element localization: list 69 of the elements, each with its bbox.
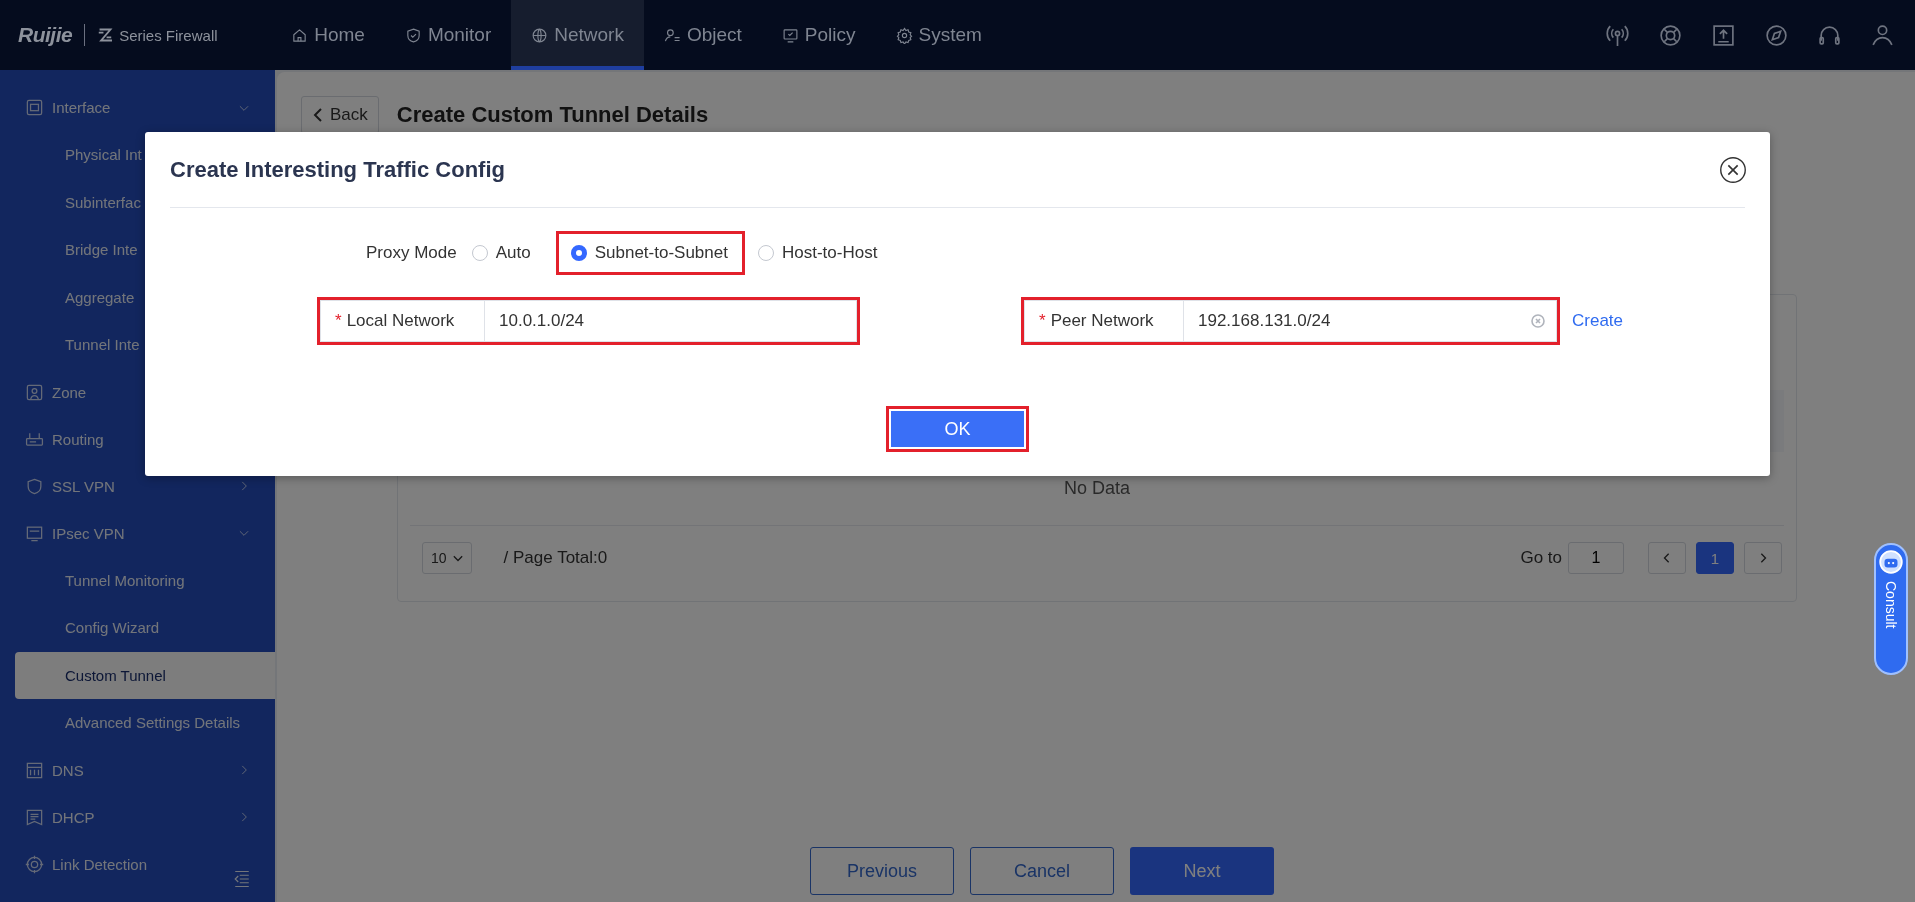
sidebar-item-label[interactable]: Interface: [52, 99, 111, 116]
product-name: Series Firewall: [119, 26, 219, 44]
radio-button[interactable]: [570, 245, 587, 261]
sidebar-item-label[interactable]: DNS: [52, 761, 84, 779]
nav-tab[interactable]: Home: [271, 0, 385, 70]
user-list-icon: [663, 26, 681, 44]
back-button[interactable]: Back: [301, 96, 379, 134]
ethernet-port-icon: [25, 98, 44, 117]
nav-tab[interactable]: Policy: [761, 0, 876, 70]
nav-tab[interactable]: System: [875, 0, 1002, 70]
radio-button[interactable]: [757, 245, 774, 261]
user-icon[interactable]: [1870, 22, 1895, 48]
page-title: Create Custom Tunnel Details: [396, 102, 709, 128]
goto-label: Go to: [1520, 548, 1562, 568]
compass-icon[interactable]: [1764, 22, 1789, 48]
list-icon: [25, 807, 44, 827]
field-label: * Peer Network: [1024, 300, 1183, 342]
radio-label[interactable]: Auto: [495, 243, 531, 263]
field-label: * Local Network: [320, 300, 484, 342]
chevron-left-icon: [1662, 552, 1672, 564]
required-mark: *: [335, 311, 342, 331]
ok-button[interactable]: OK: [891, 411, 1024, 447]
home-icon: [291, 26, 309, 44]
footer-button[interactable]: Cancel: [970, 847, 1114, 895]
nav-tab[interactable]: Object: [643, 0, 762, 70]
required-mark: *: [1039, 311, 1046, 331]
page-size-select[interactable]: 10: [422, 542, 472, 574]
goto-field[interactable]: 1: [1568, 542, 1624, 574]
sidebar-item-label[interactable]: Link Detection: [52, 855, 148, 873]
sidebar-item-label[interactable]: DHCP: [52, 808, 95, 826]
globe-icon: [531, 26, 549, 44]
input-field[interactable]: 192.168.131.0/24: [1183, 300, 1557, 342]
shield-icon: [25, 476, 44, 496]
chevron-left-icon: [312, 108, 324, 122]
nav-tab[interactable]: Network: [511, 0, 644, 70]
upload-icon[interactable]: [1711, 22, 1736, 48]
create-link[interactable]: Create: [1572, 311, 1624, 331]
sidebar-subitem[interactable]: Custom Tunnel: [15, 651, 275, 699]
close-icon[interactable]: [1719, 155, 1747, 184]
robot-icon: [1878, 549, 1904, 575]
chevron-right-icon: [1758, 552, 1768, 564]
dialog-title: Create Interesting Traffic Config: [170, 156, 505, 183]
z-logo-icon: [97, 28, 114, 42]
shield-icon: [404, 26, 422, 44]
sidebar-subitem[interactable]: Tunnel Monitoring: [0, 556, 275, 604]
nav-tab[interactable]: Monitor: [384, 0, 512, 70]
footer-button[interactable]: Previous: [810, 847, 954, 895]
target-icon: [25, 854, 44, 874]
sidebar-subitem[interactable]: Advanced Settings Details: [0, 699, 275, 747]
sidebar-item-label[interactable]: Routing: [52, 430, 104, 448]
sidebar-item-label[interactable]: Zone: [52, 383, 87, 401]
grid-icon: [25, 760, 44, 780]
brand-logo: Ruijie: [18, 23, 73, 47]
radio-label[interactable]: Subnet-to-Subnet: [594, 243, 728, 263]
input-field[interactable]: 10.0.1.0/24: [484, 300, 857, 342]
sidebar-item-label[interactable]: SSL VPN: [52, 477, 115, 495]
sidebar-subitem[interactable]: Config Wizard: [0, 604, 275, 652]
page-total: / Page Total:0: [503, 548, 608, 568]
lifebuoy-icon[interactable]: [1658, 22, 1683, 48]
field-label: Proxy Mode: [366, 243, 457, 263]
radio-button[interactable]: [471, 245, 488, 261]
consult-button[interactable]: Consult: [1874, 543, 1908, 675]
footer-button[interactable]: Next: [1130, 847, 1274, 895]
radio-label[interactable]: Host-to-Host: [781, 243, 878, 263]
collapse-menu-icon[interactable]: [232, 870, 252, 888]
sidebar-item-label[interactable]: IPsec VPN: [52, 524, 125, 542]
page-number[interactable]: 1: [1696, 542, 1734, 574]
gear-icon: [895, 26, 913, 44]
monitor-check-icon: [781, 26, 799, 44]
